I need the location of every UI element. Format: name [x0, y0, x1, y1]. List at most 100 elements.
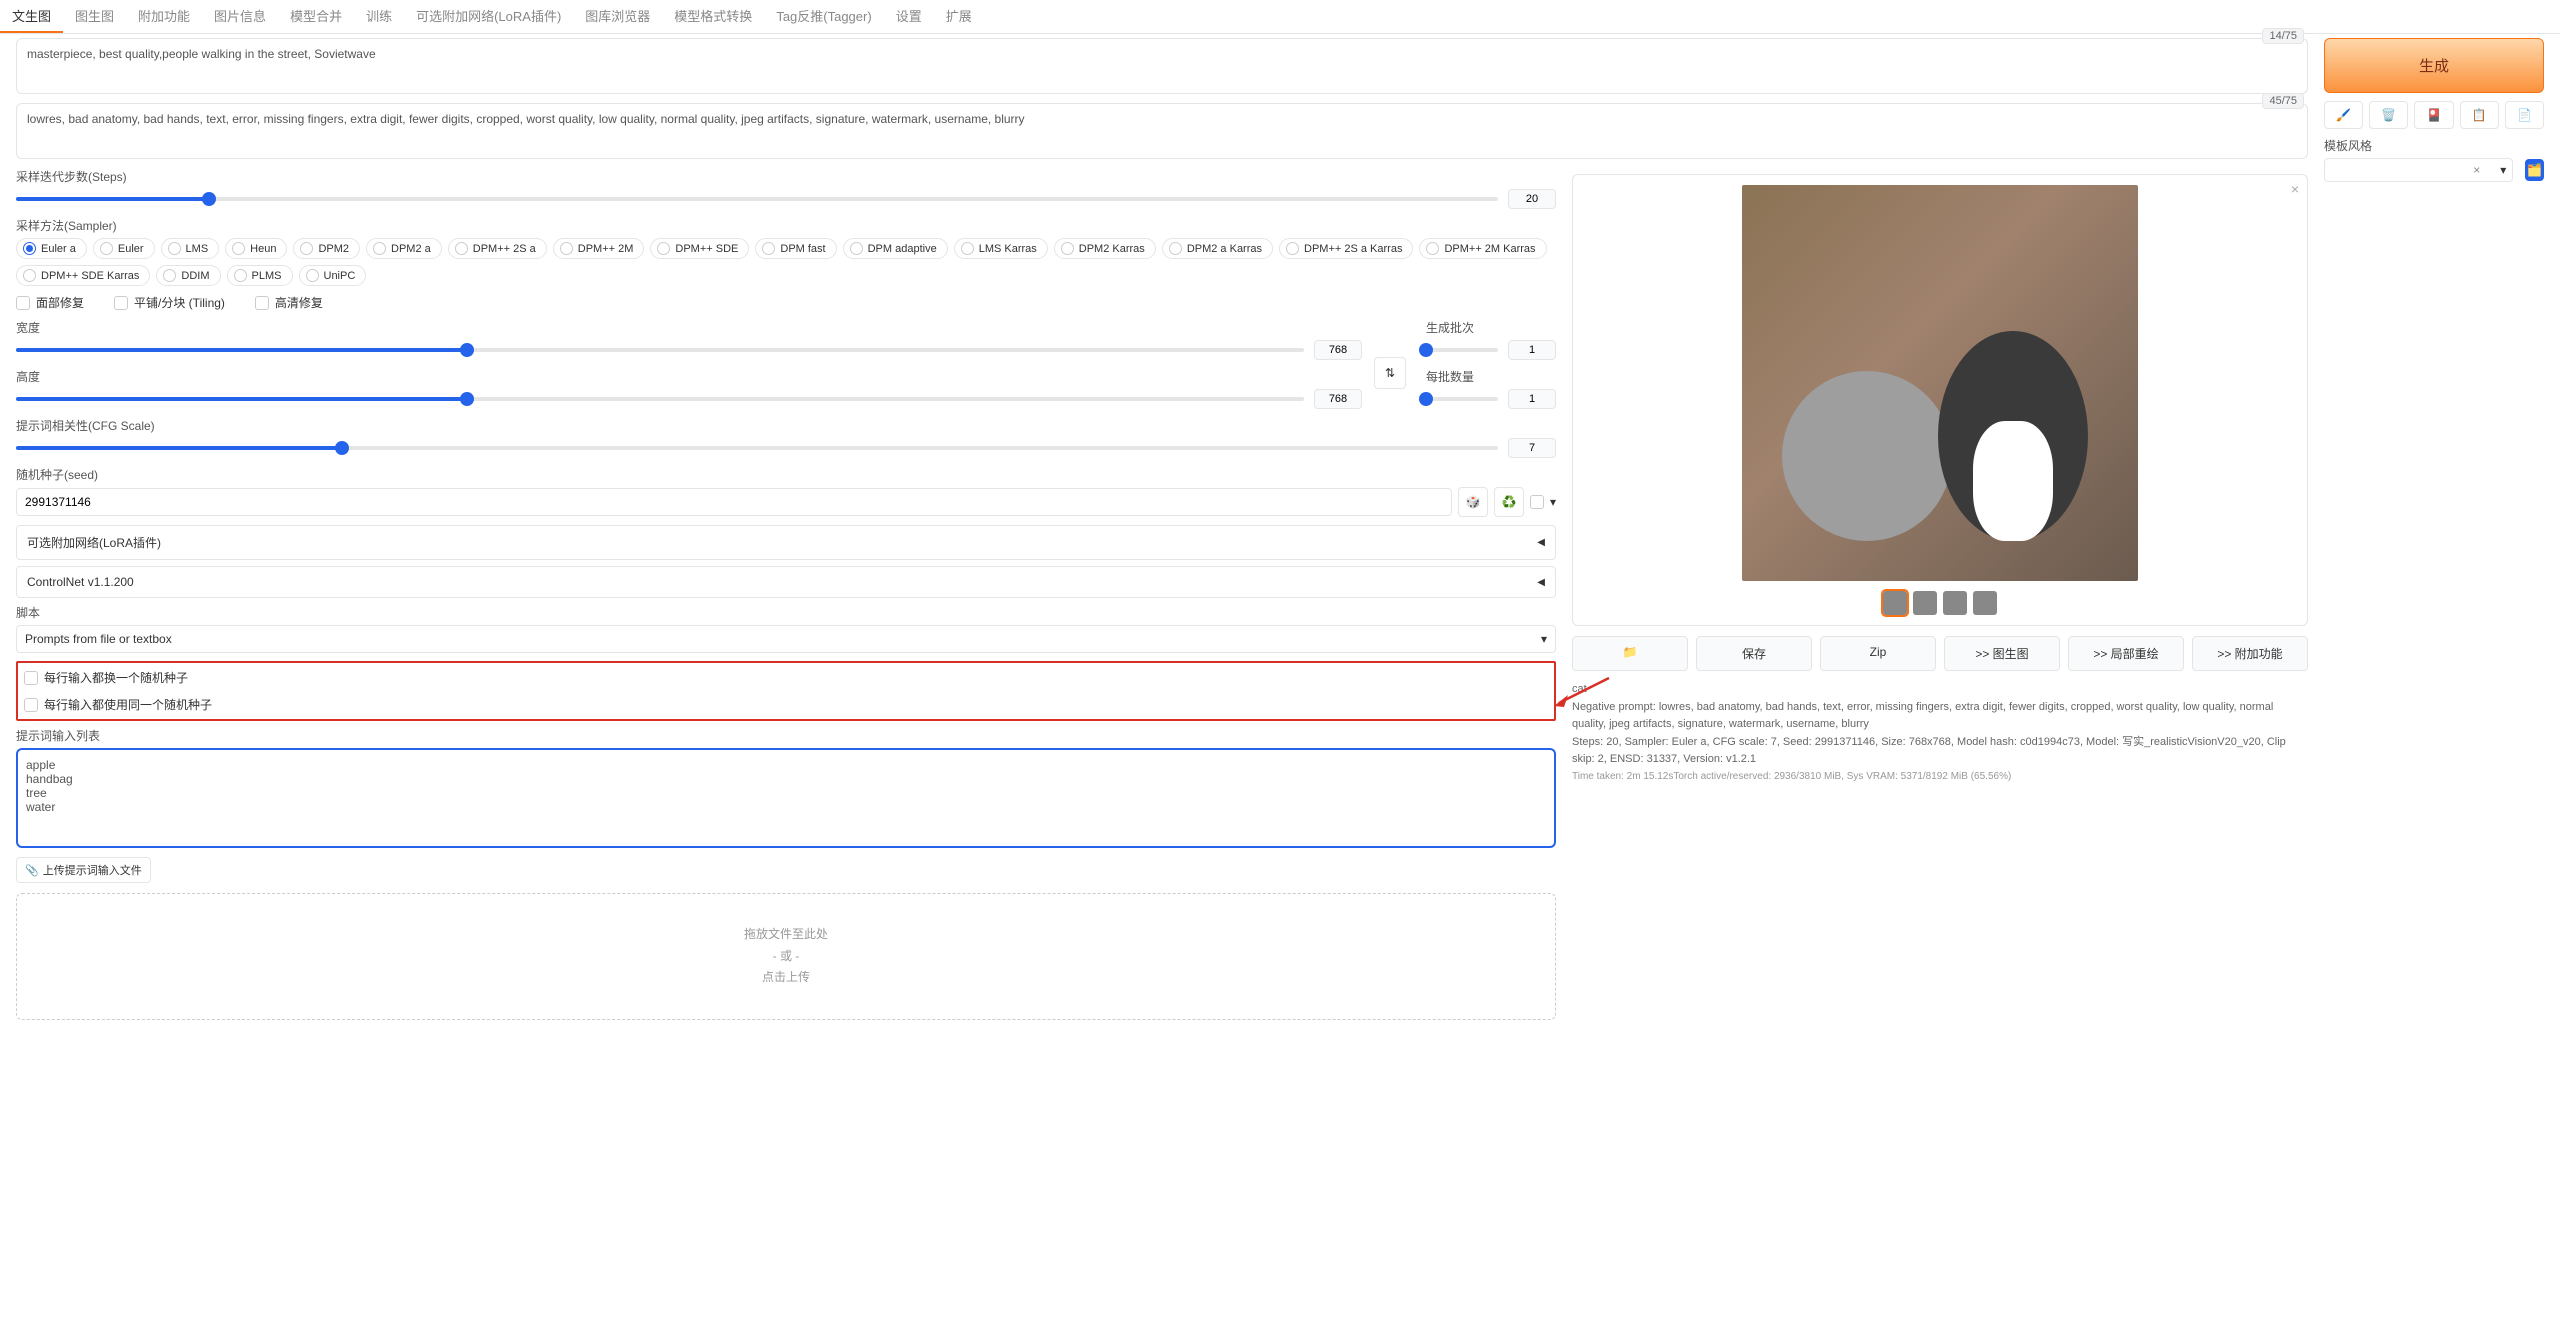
hires-checkbox[interactable]: 高清修复 [255, 294, 323, 311]
thumb-2[interactable] [1913, 591, 1937, 615]
sampler-option[interactable]: DPM2 Karras [1054, 238, 1156, 259]
batch-size-label: 每批数量 [1426, 368, 1556, 385]
close-icon[interactable]: × [2291, 181, 2299, 197]
save-button[interactable]: 保存 [1696, 636, 1812, 671]
tab-convert[interactable]: 模型格式转换 [662, 0, 764, 33]
script-select[interactable]: Prompts from file or textbox ▾ [16, 625, 1556, 653]
cfg-slider[interactable] [16, 446, 1498, 450]
thumb-4[interactable] [1973, 591, 1997, 615]
tab-pnginfo[interactable]: 图片信息 [202, 0, 278, 33]
sampler-option[interactable]: LMS Karras [954, 238, 1048, 259]
interrogate-button[interactable]: 🖌️ [2324, 101, 2363, 129]
tab-extras[interactable]: 附加功能 [126, 0, 202, 33]
tab-train[interactable]: 训练 [354, 0, 404, 33]
generate-button[interactable]: 生成 [2324, 38, 2544, 93]
radio-icon [300, 242, 313, 255]
tab-lora[interactable]: 可选附加网络(LoRA插件) [404, 0, 573, 33]
cfg-value[interactable] [1508, 438, 1556, 458]
radio-icon [455, 242, 468, 255]
tab-extensions[interactable]: 扩展 [934, 0, 984, 33]
sampler-option[interactable]: DPM fast [755, 238, 836, 259]
radio-icon [306, 269, 319, 282]
sampler-option[interactable]: DPM2 a [366, 238, 442, 259]
sampler-option[interactable]: DPM++ 2S a [448, 238, 547, 259]
send-inpaint-button[interactable]: >> 局部重绘 [2068, 636, 2184, 671]
sampler-option[interactable]: DPM++ 2M [553, 238, 645, 259]
sampler-option[interactable]: UniPC [299, 265, 367, 286]
output-gallery: × [1572, 174, 2308, 626]
sampler-option[interactable]: DDIM [156, 265, 220, 286]
highlighted-options: 每行输入都换一个随机种子 每行输入都使用同一个随机种子 [16, 661, 1556, 721]
tiling-checkbox[interactable]: 平铺/分块 (Tiling) [114, 294, 225, 311]
tab-txt2img[interactable]: 文生图 [0, 0, 63, 33]
sampler-option[interactable]: DPM++ 2S a Karras [1279, 238, 1413, 259]
radio-icon [100, 242, 113, 255]
height-slider[interactable] [16, 397, 1304, 401]
height-value[interactable] [1314, 389, 1362, 409]
sampler-option[interactable]: DPM adaptive [843, 238, 948, 259]
output-image[interactable] [1742, 185, 2138, 581]
cfg-label: 提示词相关性(CFG Scale) [16, 417, 1556, 434]
paste-button[interactable]: 📋 [2460, 101, 2499, 129]
thumb-3[interactable] [1943, 591, 1967, 615]
radio-icon [1061, 242, 1074, 255]
positive-prompt-input[interactable]: masterpiece, best quality,people walking… [16, 38, 2308, 94]
file-dropzone[interactable]: 拖放文件至此处 - 或 - 点击上传 [16, 893, 1556, 1020]
radio-icon [23, 269, 36, 282]
negative-prompt-input[interactable]: lowres, bad anatomy, bad hands, text, er… [16, 103, 2308, 159]
send-img2img-button[interactable]: >> 图生图 [1944, 636, 2060, 671]
sampler-option[interactable]: PLMS [227, 265, 293, 286]
style-select[interactable]: × ▾ [2324, 158, 2513, 182]
upload-prompts-button[interactable]: 📎 上传提示词输入文件 [16, 857, 151, 883]
sampler-option[interactable]: DPM++ SDE Karras [16, 265, 150, 286]
lora-accordion[interactable]: 可选附加网络(LoRA插件) ◀ [16, 525, 1556, 560]
steps-value[interactable] [1508, 189, 1556, 209]
tab-settings[interactable]: 设置 [884, 0, 934, 33]
iterate-seed-checkbox[interactable]: 每行输入都换一个随机种子 [24, 669, 1548, 686]
open-folder-button[interactable]: 📁 [1572, 636, 1688, 671]
apply-style-button[interactable]: 🗂️ [2525, 159, 2544, 181]
radio-icon [657, 242, 670, 255]
sampler-option[interactable]: Euler [93, 238, 155, 259]
radio-icon [23, 242, 36, 255]
sampler-option[interactable]: LMS [161, 238, 220, 259]
batch-size-slider[interactable] [1426, 397, 1498, 401]
seed-random-button[interactable]: 🎲 [1458, 487, 1488, 517]
sampler-option[interactable]: DPM2 a Karras [1162, 238, 1273, 259]
same-seed-checkbox[interactable]: 每行输入都使用同一个随机种子 [24, 696, 1548, 713]
batch-count-slider[interactable] [1426, 348, 1498, 352]
seed-input[interactable] [16, 488, 1452, 516]
prompt-list-input[interactable]: apple handbag tree water [16, 748, 1556, 848]
send-extras-button[interactable]: >> 附加功能 [2192, 636, 2308, 671]
seed-extra-checkbox[interactable]: ▾ [1530, 495, 1556, 509]
sampler-option[interactable]: DPM2 [293, 238, 360, 259]
zip-button[interactable]: Zip [1820, 636, 1936, 671]
clear-style-icon[interactable]: × [2473, 163, 2480, 177]
seed-reuse-button[interactable]: ♻️ [1494, 487, 1524, 517]
radio-icon [373, 242, 386, 255]
steps-slider[interactable] [16, 197, 1498, 201]
width-value[interactable] [1314, 340, 1362, 360]
clear-button[interactable]: 🗑️ [2369, 101, 2408, 129]
sampler-option[interactable]: Euler a [16, 238, 87, 259]
batch-size-value[interactable] [1508, 389, 1556, 409]
tab-img2img[interactable]: 图生图 [63, 0, 126, 33]
save-style-button[interactable]: 📄 [2505, 101, 2544, 129]
generation-info: cat Negative prompt: lowres, bad anatomy… [1572, 681, 2308, 785]
script-label: 脚本 [16, 604, 1556, 621]
thumb-1[interactable] [1883, 591, 1907, 615]
sampler-option[interactable]: Heun [225, 238, 287, 259]
face-restore-checkbox[interactable]: 面部修复 [16, 294, 84, 311]
sampler-option[interactable]: DPM++ SDE [650, 238, 749, 259]
width-slider[interactable] [16, 348, 1304, 352]
sampler-option[interactable]: DPM++ 2M Karras [1419, 238, 1546, 259]
tab-browser[interactable]: 图库浏览器 [573, 0, 662, 33]
controlnet-accordion[interactable]: ControlNet v1.1.200 ◀ [16, 566, 1556, 598]
batch-count-label: 生成批次 [1426, 319, 1556, 336]
batch-count-value[interactable] [1508, 340, 1556, 360]
styles-button[interactable]: 🎴 [2414, 101, 2453, 129]
tab-merge[interactable]: 模型合并 [278, 0, 354, 33]
swap-dims-button[interactable]: ⇅ [1374, 357, 1406, 389]
chevron-left-icon: ◀ [1537, 577, 1545, 588]
tab-tagger[interactable]: Tag反推(Tagger) [764, 0, 883, 33]
